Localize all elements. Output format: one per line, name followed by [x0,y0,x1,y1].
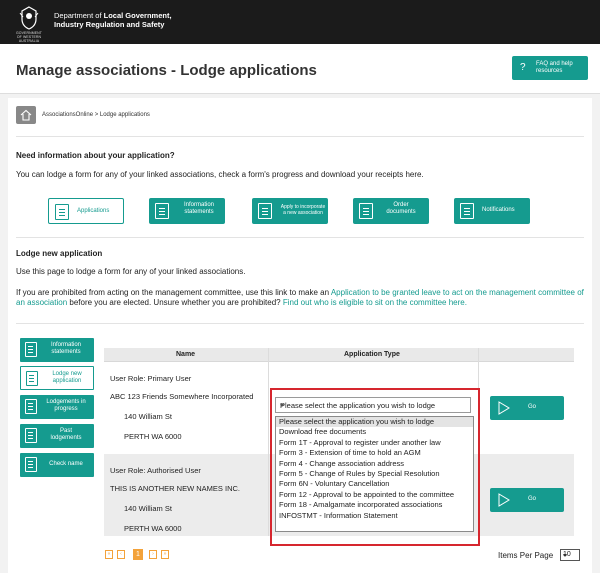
go-button[interactable]: Go [490,396,564,420]
dropdown-option[interactable]: Form 5 - Change of Rules by Special Reso… [276,469,473,479]
eligibility-link[interactable]: Find out who is eligible to sit on the c… [283,298,467,307]
order-icon [359,203,373,219]
play-icon [498,493,510,507]
first-page-button[interactable]: « [105,550,113,559]
sidebar-item-check-name[interactable]: Check name [20,453,94,477]
chevron-down-icon [280,404,284,407]
divider [16,237,584,238]
divider [16,323,584,324]
top-header: GOVERNMENT OF WESTERN AUSTRALIA Departme… [0,0,600,44]
dropdown-option[interactable]: Download free documents [276,427,473,437]
need-info-text: You can lodge a form for any of your lin… [16,170,424,179]
play-icon [498,401,510,415]
dropdown-option[interactable]: Form 3 - Extension of time to hold an AG… [276,448,473,458]
quick-link-incorporate[interactable]: Apply to incorporate a new association [252,198,328,224]
dropdown-option[interactable]: Form 18 - Amalgamate incorporated associ… [276,500,473,510]
dropdown-option[interactable]: Form 4 - Change association address [276,459,473,469]
lodge-new-text: Use this page to lodge a form for any of… [16,267,246,276]
prev-page-button[interactable]: ‹ [117,550,125,559]
question-icon: ? [520,62,526,73]
items-per-page-label: Items Per Page [498,551,554,560]
next-page-button[interactable]: › [149,550,157,559]
document-icon [25,342,37,357]
breadcrumb-path[interactable]: AssociationsOnline > Lodge applications [42,112,150,118]
document-icon [155,203,169,219]
faq-help-button[interactable]: ? FAQ and help resources [512,56,588,80]
last-page-button[interactable]: » [161,550,169,559]
sidebar-item-past-lodgements[interactable]: Past lodgements [20,424,94,448]
notification-icon [460,203,474,219]
page-title: Manage associations - Lodge applications [16,62,317,79]
prohibited-notice: If you are prohibited from acting on the… [16,288,584,307]
header-name: Name [176,351,196,358]
check-name-icon [25,457,37,472]
home-icon[interactable] [16,106,36,124]
history-icon [25,428,37,443]
sidebar-item-information-statements[interactable]: Information statements [20,338,94,362]
dropdown-option[interactable]: Form 12 - Approval to be appointed to th… [276,490,473,500]
title-bar: Manage associations - Lodge applications… [0,44,600,94]
dropdown-option[interactable]: INFOSTMT - Information Statement [276,511,473,521]
people-icon [258,203,272,219]
crest-caption: GOVERNMENT OF WESTERN AUSTRALIA [15,31,43,43]
main-content: AssociationsOnline > Lodge applications … [8,98,592,573]
quick-link-notifications[interactable]: Notifications [454,198,530,224]
page-number[interactable]: 1 [133,549,143,560]
applications-icon [55,204,69,220]
sidebar-item-lodgements-in-progress[interactable]: Lodgements in progress [20,395,94,419]
need-info-heading: Need information about your application? [16,151,175,160]
header-application-type: Application Type [344,351,400,358]
sidebar-item-lodge-new[interactable]: Lodge new application [20,366,94,390]
add-document-icon [26,371,38,386]
dropdown-option[interactable]: Form 6N - Voluntary Cancellation [276,479,473,489]
dropdown-option[interactable]: Form 1T - Approval to register under ano… [276,438,473,448]
lodge-new-heading: Lodge new application [16,249,103,258]
department-name: Department of Local Government, Industry… [54,11,172,29]
quick-link-order-documents[interactable]: Order documents [353,198,429,224]
application-type-dropdown: Please select the application you wish t… [275,416,474,532]
quick-link-information-statements[interactable]: Information statements [149,198,225,224]
go-button[interactable]: Go [490,488,564,512]
dropdown-option[interactable]: Please select the application you wish t… [276,417,473,428]
application-type-select[interactable]: Please select the application you wish t… [275,397,471,413]
quick-link-applications[interactable]: Applications [48,198,124,224]
items-per-page-select[interactable]: 10 [560,549,580,561]
chevron-down-icon [563,554,567,557]
progress-icon [25,399,37,414]
divider [16,136,584,137]
table-header: Name Application Type [104,348,574,362]
wa-crest-icon [19,6,39,30]
